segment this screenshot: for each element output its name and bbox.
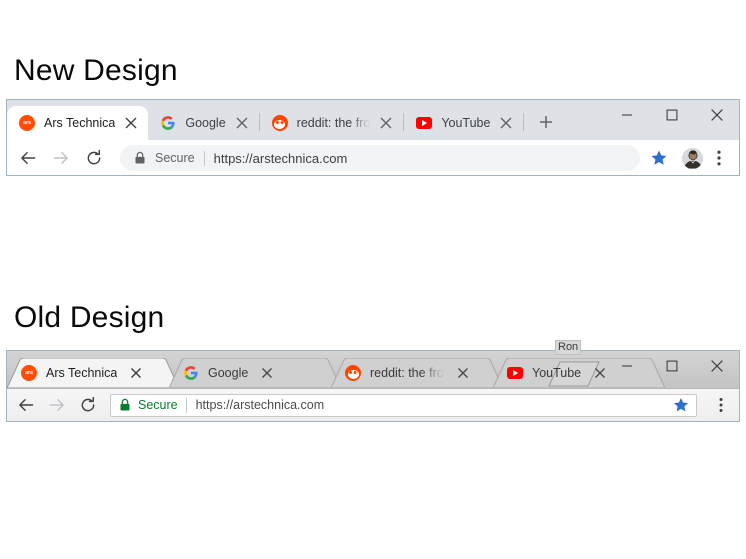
close-window-button[interactable] [694,351,739,380]
url-text: https://arstechnica.com [213,150,348,166]
new-window-controls [604,100,739,140]
old-design-browser-window: ars Ars Technica Google reddit: the fro … [6,340,740,422]
youtube-favicon [507,365,523,381]
tab-reddit[interactable]: reddit: the fro [260,106,404,140]
close-icon[interactable] [456,366,470,380]
tab-separator [523,113,525,131]
tab-reddit[interactable]: reddit: the fro [331,358,503,388]
bookmark-star-icon[interactable] [646,145,672,171]
close-icon[interactable] [123,115,139,131]
tab-title: Ars Technica [46,366,118,380]
ars-technica-favicon: ars [21,365,37,381]
tab-google[interactable]: Google [169,358,341,388]
ars-technica-favicon: ars [19,115,35,131]
tab-title: reddit: the fro [296,116,371,130]
tab-title: reddit: the fro [370,366,444,380]
google-favicon [183,365,199,381]
forward-button[interactable] [44,392,70,418]
close-icon[interactable] [593,366,607,380]
chrome-menu-icon[interactable] [711,393,731,417]
address-bar[interactable]: Secure https://arstechnica.com [120,145,640,171]
new-tab-list: ars Ars Technica Google reddit: the fro … [7,100,560,140]
reload-button[interactable] [75,392,101,418]
security-status-label: Secure [138,398,178,412]
tab-title: YouTube [441,116,491,130]
old-tab-strip: ars Ars Technica Google reddit: the fro … [7,340,739,388]
close-icon[interactable] [378,115,394,131]
profile-name-label: Ron [555,340,582,355]
bookmark-star-icon[interactable] [670,395,692,416]
minimize-button[interactable] [604,100,649,130]
tab-title: Google [208,366,249,380]
tab-youtube[interactable]: YouTube [404,106,523,140]
youtube-favicon [416,115,433,131]
reddit-favicon [345,365,361,381]
google-favicon [160,115,176,131]
new-design-browser-window: ars Ars Technica Google reddit: the fro … [6,99,740,176]
maximize-button[interactable] [649,100,694,130]
new-toolbar: Secure https://arstechnica.com [7,140,739,175]
lock-icon [119,398,130,412]
back-button[interactable] [13,392,39,418]
chrome-menu-icon[interactable] [709,145,729,171]
tab-ars-technica[interactable]: ars Ars Technica [7,358,179,388]
omnibox-divider [185,397,187,413]
url-text: https://arstechnica.com [195,398,325,412]
minimize-button[interactable] [604,351,649,380]
tab-title: YouTube [532,366,582,380]
close-icon[interactable] [260,366,274,380]
close-window-button[interactable] [694,100,739,130]
tab-title: Ars Technica [44,116,116,130]
reload-button[interactable] [81,145,107,171]
old-toolbar: Secure https://arstechnica.com [7,388,739,421]
back-button[interactable] [15,145,41,171]
security-status-label: Secure [155,151,195,165]
tab-title: Google [185,116,226,130]
tab-google[interactable]: Google [148,106,258,140]
address-bar[interactable]: Secure https://arstechnica.com [110,393,697,417]
old-window-controls [604,351,739,380]
new-tab-strip: ars Ars Technica Google reddit: the fro … [7,100,739,140]
new-design-heading: New Design [14,54,178,87]
close-icon[interactable] [129,366,143,380]
maximize-button[interactable] [649,351,694,380]
close-icon[interactable] [498,115,514,131]
lock-icon [134,151,146,165]
new-tab-button[interactable] [532,108,560,136]
avatar[interactable] [682,147,703,169]
omnibox-divider [203,150,205,166]
old-design-heading: Old Design [14,301,165,334]
tab-ars-technica[interactable]: ars Ars Technica [7,106,149,140]
forward-button[interactable] [48,145,74,171]
reddit-favicon [271,115,288,131]
close-icon[interactable] [234,115,250,131]
